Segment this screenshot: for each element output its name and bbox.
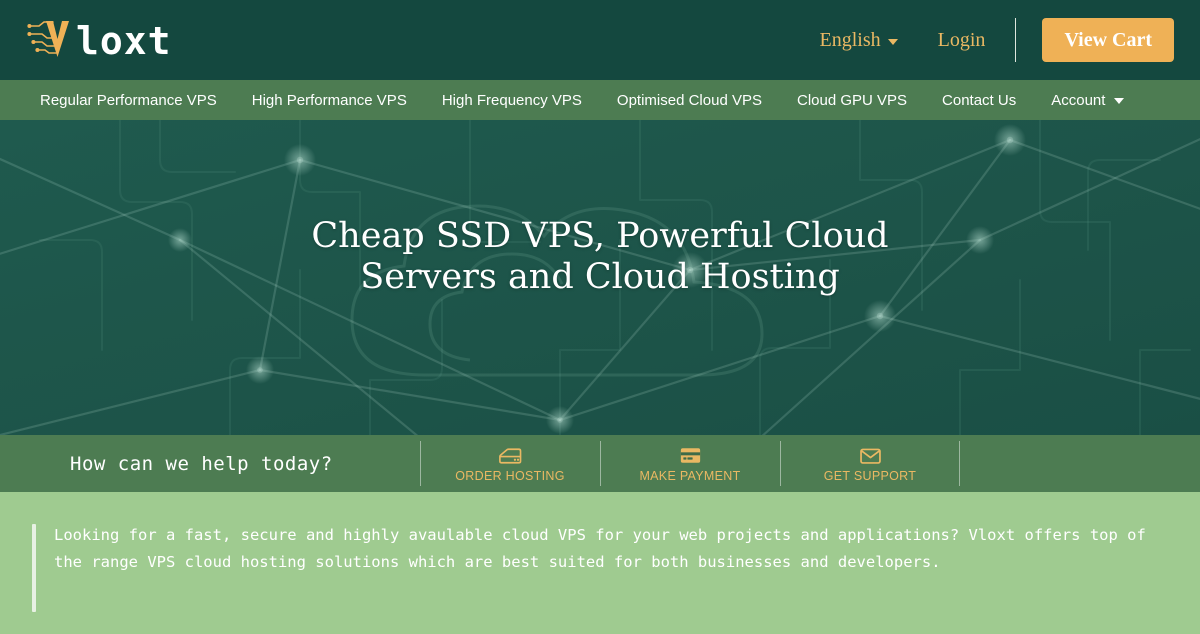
envelope-icon: [859, 448, 881, 464]
quick-actions-bar: How can we help today? ORDER HOSTING MAK…: [0, 435, 1200, 492]
account-label: Account: [1051, 91, 1106, 109]
circuit-v-logo-icon: [27, 21, 69, 57]
nav-item-contact-us[interactable]: Contact Us: [942, 93, 1016, 108]
make-payment-label: MAKE PAYMENT: [639, 468, 741, 483]
intro-accent-bar: [32, 524, 36, 612]
chevron-down-icon: [887, 39, 898, 45]
chevron-down-icon: [1114, 98, 1125, 104]
hero-title-line-2: Servers and Cloud Hosting: [360, 256, 840, 297]
main-content: Looking for a fast, secure and highly av…: [0, 492, 1200, 634]
page-root: loxt English Login View Cart Regular Per…: [0, 0, 1200, 634]
main-navigation: Regular Performance VPS High Performance…: [0, 80, 1200, 120]
get-support-label: GET SUPPORT: [823, 468, 917, 483]
server-icon: [498, 447, 521, 464]
nav-item-optimised-cloud-vps[interactable]: Optimised Cloud VPS: [617, 93, 762, 108]
intro-block: Looking for a fast, secure and highly av…: [32, 522, 1160, 612]
hero-title: Cheap SSD VPS, Powerful Cloud Servers an…: [311, 216, 888, 297]
header-divider: [1015, 18, 1017, 62]
hero-content: Cheap SSD VPS, Powerful Cloud Servers an…: [0, 120, 1200, 435]
nav-item-high-frequency-vps[interactable]: High Frequency VPS: [442, 93, 582, 108]
hero-banner: Cheap SSD VPS, Powerful Cloud Servers an…: [0, 120, 1200, 435]
nav-item-high-performance-vps[interactable]: High Performance VPS: [252, 93, 407, 108]
account-menu[interactable]: Account: [1051, 91, 1125, 109]
view-cart-button[interactable]: View Cart: [1042, 18, 1174, 62]
nav-item-regular-performance-vps[interactable]: Regular Performance VPS: [40, 93, 217, 108]
brand-logo[interactable]: loxt: [26, 17, 180, 63]
header-actions: English Login View Cart: [816, 18, 1174, 62]
credit-card-icon: [680, 447, 700, 463]
language-selector[interactable]: English: [816, 23, 902, 58]
brand-name: loxt: [76, 19, 172, 63]
get-support-action[interactable]: GET SUPPORT: [780, 435, 960, 492]
hero-title-line-1: Cheap SSD VPS, Powerful Cloud: [311, 216, 889, 256]
language-label: English: [819, 28, 881, 51]
order-hosting-label: ORDER HOSTING: [455, 468, 565, 483]
login-link[interactable]: Login: [934, 23, 990, 58]
intro-paragraph: Looking for a fast, secure and highly av…: [54, 526, 1146, 571]
quick-actions-spacer: [960, 435, 1200, 492]
help-question-text: How can we help today?: [70, 452, 333, 475]
nav-item-cloud-gpu-vps[interactable]: Cloud GPU VPS: [797, 93, 907, 108]
make-payment-action[interactable]: MAKE PAYMENT: [600, 435, 780, 492]
site-header: loxt English Login View Cart: [0, 0, 1200, 80]
order-hosting-action[interactable]: ORDER HOSTING: [420, 435, 600, 492]
